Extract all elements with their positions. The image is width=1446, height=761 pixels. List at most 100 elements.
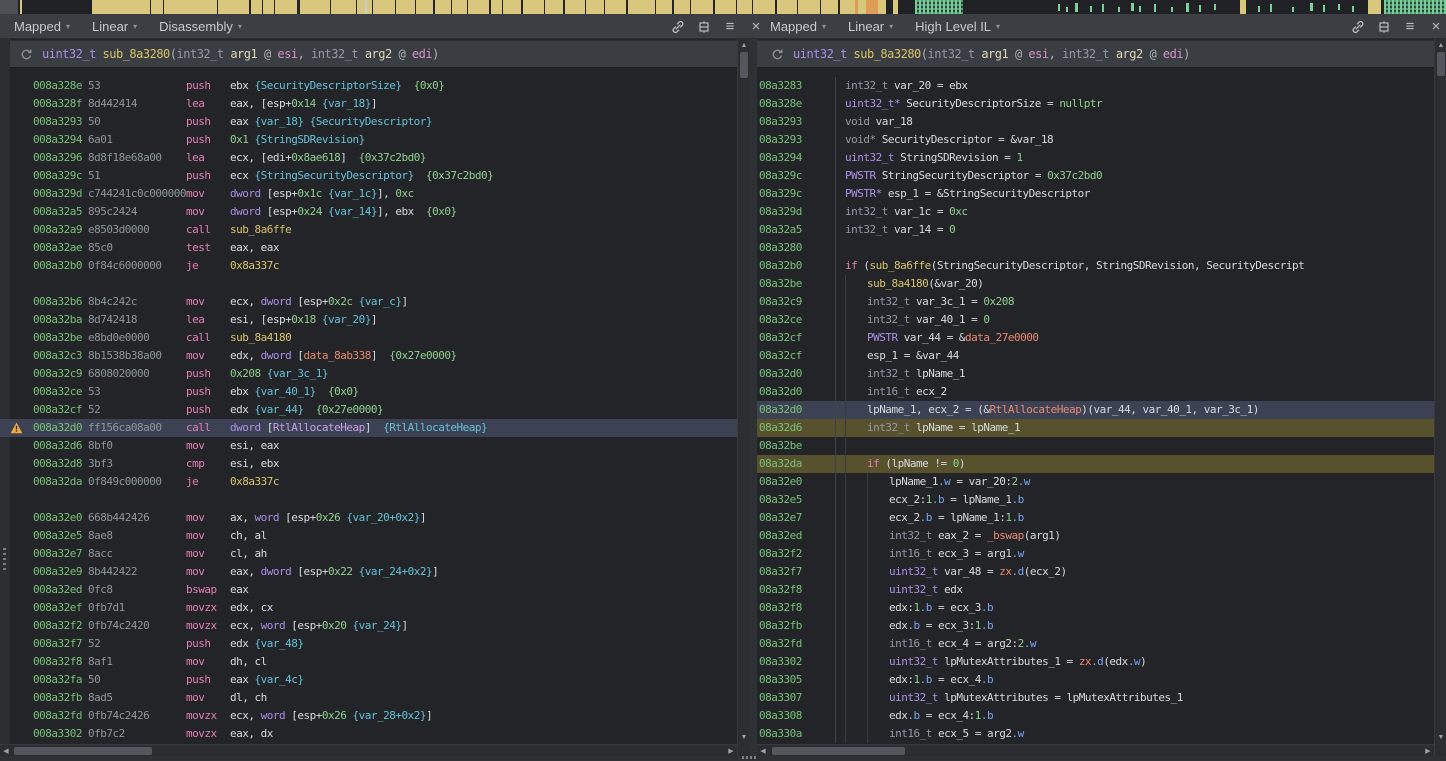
scrollbar-thumb[interactable] [772, 747, 905, 755]
hlil-row[interactable]: 08a32d0lpName_1, ecx_2 = (&RtlAllocateHe… [757, 401, 1446, 419]
disasm-row[interactable]: 008a32f20fb74c2420movzxecx, word [esp+0x… [0, 617, 749, 635]
disasm-row[interactable]: 008a329dc744241c0c000000movdword [esp+0x… [0, 185, 749, 203]
disasm-row[interactable] [0, 491, 749, 509]
scrollbar-thumb[interactable] [1437, 52, 1445, 76]
hlil-row[interactable]: 08a32ceint32_t var_40_1 = 0 [757, 311, 1446, 329]
close-pane-icon[interactable]: × [1428, 19, 1444, 35]
disasm-row[interactable]: 008a32da0f849c000000je0x8a337c [0, 473, 749, 491]
disasm-row[interactable]: 008a32fa50pusheax {var_4c} [0, 671, 749, 689]
disasm-row[interactable]: 008a328f8d442414leaeax, [esp+0x14 {var_1… [0, 95, 749, 113]
hlil-row[interactable]: 08a32be [757, 437, 1446, 455]
sync-link-icon[interactable] [670, 19, 686, 35]
hlil-row[interactable]: 08a32cfesp_1 = &var_44 [757, 347, 1446, 365]
scroll-up-icon[interactable]: ▲ [738, 39, 749, 51]
reanalyze-icon[interactable] [771, 48, 784, 61]
disasm-row[interactable]: 008a32d0ff156ca08a00calldword [RtlAlloca… [0, 419, 749, 437]
disasm-row[interactable]: 008a32fb8ad5movdl, ch [0, 689, 749, 707]
hlil-row[interactable]: 08a32edint32_t eax_2 = _bswap(arg1) [757, 527, 1446, 545]
hlil-row[interactable]: 08a3305edx:1.b = ecx_4.b [757, 671, 1446, 689]
feature-map[interactable] [0, 0, 1446, 14]
disasm-row[interactable]: 008a32946a01push0x1 {StringSDRevision} [0, 131, 749, 149]
disasm-row[interactable]: 008a32b68b4c242cmovecx, dword [esp+0x2c … [0, 293, 749, 311]
disasm-row[interactable]: 008a32e58ae8movch, al [0, 527, 749, 545]
hlil-row[interactable]: 08a3302uint32_t lpMutexAttributes_1 = zx… [757, 653, 1446, 671]
hlil-row[interactable]: 08a32e0lpName_1.w = var_20:2.w [757, 473, 1446, 491]
disasm-row[interactable]: 008a33020fb7c2movzxeax, dx [0, 725, 749, 743]
function-signature-row[interactable]: uint32_t sub_8a3280(int32_t arg1 @ esi, … [10, 40, 737, 68]
hlil-row[interactable]: 08a32f8uint32_t edx [757, 581, 1446, 599]
hlil-row[interactable]: 08a32cfPWSTR var_44 = &data_27e0000 [757, 329, 1446, 347]
hlil-row[interactable]: 08a32besub_8a4180(&var_20) [757, 275, 1446, 293]
hlil-row[interactable]: 08a32f7uint32_t var_48 = zx.d(ecx_2) [757, 563, 1446, 581]
hlil-row[interactable]: 08a32d0int16_t ecx_2 [757, 383, 1446, 401]
disasm-row[interactable]: 008a32ef0fb7d1movzxedx, cx [0, 599, 749, 617]
disasm-row[interactable]: 008a32f752pushedx {var_48} [0, 635, 749, 653]
hlil-row[interactable]: 08a330aint16_t ecx_5 = arg2.w [757, 725, 1446, 743]
horizontal-scrollbar[interactable]: ◀ ▶ [757, 744, 1434, 756]
vertical-scrollbar[interactable]: ▲ ▼ [1434, 39, 1446, 761]
scrollbar-thumb[interactable] [740, 52, 748, 78]
hlil-row[interactable]: 08a328euint32_t* SecurityDescriptorSize … [757, 95, 1446, 113]
disasm-row[interactable]: 008a32bee8bd0e0000callsub_8a4180 [0, 329, 749, 347]
reanalyze-icon[interactable] [20, 48, 33, 61]
horizontal-scrollbar[interactable]: ◀ ▶ [0, 744, 737, 756]
disasm-row[interactable]: 008a32b00f84c6000000je0x8a337c [0, 257, 749, 275]
disasm-row[interactable]: 008a32968d8f18e68a00leaecx, [edi+0x8ae61… [0, 149, 749, 167]
hlil-row[interactable]: 08a32fdint16_t ecx_4 = arg2:2.w [757, 635, 1446, 653]
hlil-row[interactable]: 08a3283int32_t var_20 = ebx [757, 77, 1446, 95]
disasm-row[interactable]: 008a32e0668b442426movax, word [esp+0x26 … [0, 509, 749, 527]
disasm-row[interactable]: 008a32c38b1538b38a00movedx, dword [data_… [0, 347, 749, 365]
hlil-row[interactable]: 08a32d6int32_t lpName = lpName_1 [757, 419, 1446, 437]
hlil-row[interactable]: 08a329dint32_t var_1c = 0xc [757, 203, 1446, 221]
disasm-row[interactable]: 008a32e78accmovcl, ah [0, 545, 749, 563]
disasm-row[interactable]: 008a32ba8d742418leaesi, [esp+0x18 {var_2… [0, 311, 749, 329]
disasm-row[interactable]: 008a32ce53pushebx {var_40_1} {0x0} [0, 383, 749, 401]
left-menu-disassembly[interactable]: Disassembly▾ [159, 19, 242, 34]
scroll-down-icon[interactable]: ▼ [1435, 731, 1446, 743]
disasm-row[interactable]: 008a32ed0fc8bswapeax [0, 581, 749, 599]
split-pane-icon[interactable] [1376, 19, 1392, 35]
disasm-row[interactable] [0, 275, 749, 293]
hlil-row[interactable]: 08a3293void* SecurityDescriptor = &var_1… [757, 131, 1446, 149]
disasm-row[interactable]: 008a329c51pushecx {StringSecurityDescrip… [0, 167, 749, 185]
right-menu-mapped[interactable]: Mapped▾ [770, 19, 826, 34]
scrollbar-thumb[interactable] [14, 747, 152, 755]
hlil-row[interactable]: 08a32b0if (sub_8a6ffe(StringSecurityDesc… [757, 257, 1446, 275]
pane-menu-icon[interactable]: ≡ [722, 19, 738, 35]
hlil-row[interactable]: 08a32f8edx:1.b = ecx_3.b [757, 599, 1446, 617]
hlil-row[interactable]: 08a3280 [757, 239, 1446, 257]
hlil-row[interactable]: 08a3307uint32_t lpMutexAttributes = lpMu… [757, 689, 1446, 707]
hlil-row[interactable]: 08a32daif (lpName != 0) [757, 455, 1446, 473]
disasm-row[interactable]: 008a32ae85c0testeax, eax [0, 239, 749, 257]
scroll-up-icon[interactable]: ▲ [1435, 39, 1446, 51]
disasm-row[interactable]: 008a32a9e8503d0000callsub_8a6ffe [0, 221, 749, 239]
hlil-row[interactable]: 08a32e7ecx_2.b = lpName_1:1.b [757, 509, 1446, 527]
hlil-row[interactable]: 08a329cPWSTR* esp_1 = &StringSecurityDes… [757, 185, 1446, 203]
right-menu-linear[interactable]: Linear▾ [848, 19, 893, 34]
pane-splitter-grip[interactable] [742, 756, 758, 759]
hlil-row[interactable]: 08a3308edx.b = ecx_4:1.b [757, 707, 1446, 725]
disasm-row[interactable]: 008a32a5895c2424movdword [esp+0x24 {var_… [0, 203, 749, 221]
disasm-row[interactable]: 008a32fd0fb74c2426movzxecx, word [esp+0x… [0, 707, 749, 725]
hlil-row[interactable]: 08a32d0int32_t lpName_1 [757, 365, 1446, 383]
left-menu-mapped[interactable]: Mapped▾ [14, 19, 70, 34]
scroll-down-icon[interactable]: ▼ [738, 731, 749, 743]
disasm-row[interactable]: 008a32e98b442422moveax, dword [esp+0x22 … [0, 563, 749, 581]
hlil-row[interactable]: 08a32fbedx.b = ecx_3:1.b [757, 617, 1446, 635]
right-menu-high-level-il[interactable]: High Level IL▾ [915, 19, 1000, 34]
disasm-row[interactable]: 008a32cf52pushedx {var_44} {0x27e0000} [0, 401, 749, 419]
function-signature-row[interactable]: uint32_t sub_8a3280(int32_t arg1 @ esi, … [757, 40, 1434, 68]
disasm-row[interactable]: 008a32f88af1movdh, cl [0, 653, 749, 671]
left-menu-linear[interactable]: Linear▾ [92, 19, 137, 34]
hlil-row[interactable]: 08a32e5ecx_2:1.b = lpName_1.b [757, 491, 1446, 509]
hlil-row[interactable]: 08a3294uint32_t StringSDRevision = 1 [757, 149, 1446, 167]
disasm-row[interactable]: 008a329350pusheax {var_18} {SecurityDesc… [0, 113, 749, 131]
sync-link-icon[interactable] [1350, 19, 1366, 35]
hlil-row[interactable]: 08a32c9int32_t var_3c_1 = 0x208 [757, 293, 1446, 311]
split-pane-icon[interactable] [696, 19, 712, 35]
pane-menu-icon[interactable]: ≡ [1402, 19, 1418, 35]
hlil-row[interactable]: 08a32a5int32_t var_14 = 0 [757, 221, 1446, 239]
disasm-row[interactable]: 008a32d83bf3cmpesi, ebx [0, 455, 749, 473]
disasm-row[interactable]: 008a328e53pushebx {SecurityDescriptorSiz… [0, 77, 749, 95]
disasm-row[interactable]: 008a32d68bf0movesi, eax [0, 437, 749, 455]
